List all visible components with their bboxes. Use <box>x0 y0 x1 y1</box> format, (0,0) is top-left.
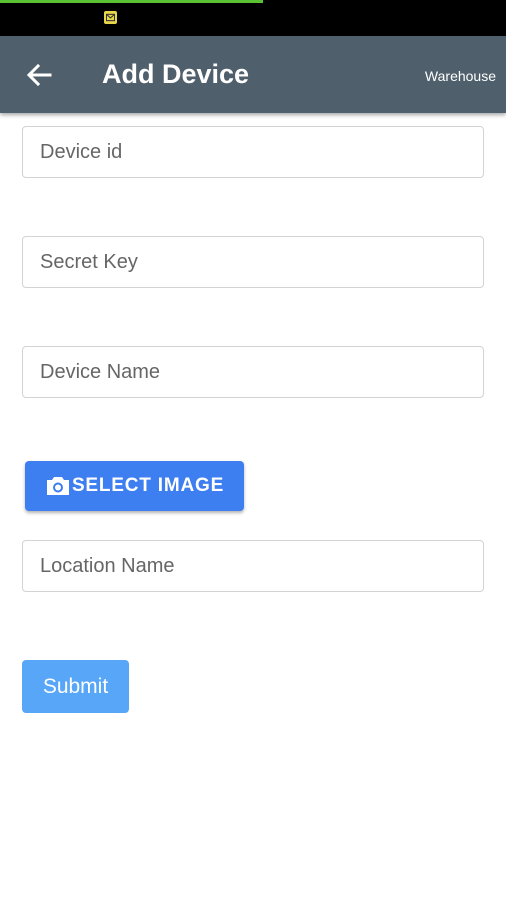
secret-key-field[interactable] <box>22 236 484 288</box>
select-image-label: SELECT IMAGE <box>71 475 225 496</box>
page-title: Add Device <box>102 59 250 89</box>
arrow-left-icon <box>26 63 52 87</box>
device-id-field[interactable] <box>22 126 484 178</box>
app-bar: Add Device Warehouse <box>0 36 506 113</box>
device-name-field[interactable] <box>22 346 484 398</box>
select-image-button[interactable]: SELECT IMAGE <box>25 461 244 511</box>
submit-button[interactable]: Submit <box>22 660 129 713</box>
back-button[interactable] <box>22 58 56 92</box>
mail-notification-icon <box>104 11 117 24</box>
status-bar <box>0 0 506 36</box>
location-name-field[interactable] <box>22 540 484 592</box>
status-progress-bar <box>0 0 264 3</box>
camera-icon <box>45 475 71 497</box>
warehouse-link[interactable]: Warehouse <box>425 66 496 86</box>
